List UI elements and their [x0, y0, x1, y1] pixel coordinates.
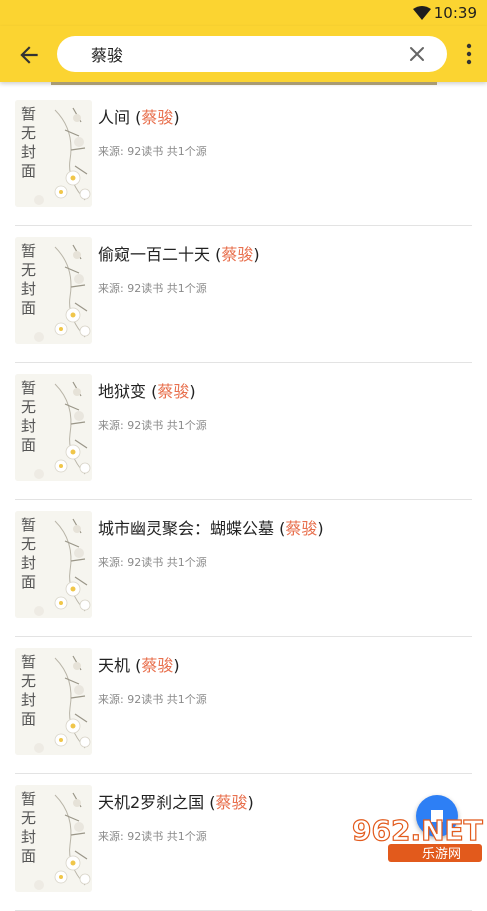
- source-count: 共1个源: [166, 145, 207, 158]
- clear-icon[interactable]: [409, 46, 425, 62]
- book-title-line: 城市幽灵聚会：蝴蝶公墓 (蔡骏): [98, 515, 324, 539]
- book-author: 蔡骏: [141, 108, 174, 127]
- book-title: 偷窥一百二十天: [98, 245, 211, 264]
- book-title-line: 地狱变 (蔡骏): [98, 378, 196, 402]
- book-author: 蔡骏: [157, 382, 190, 401]
- author-close-paren: ): [317, 519, 324, 538]
- cover-placeholder-text: 暂无封面: [19, 106, 37, 182]
- author-close-paren: ): [173, 656, 180, 675]
- result-item[interactable]: 暂无封面 偷窥一百二十天 (蔡骏) 来源: 92读书 共1个源: [15, 225, 472, 363]
- book-source: 来源: 92读书: [98, 419, 164, 432]
- book-meta: 来源: 92读书 共1个源: [98, 280, 207, 296]
- watermark-logo: 962.NET 乐游网: [351, 813, 483, 862]
- book-meta: 来源: 92读书 共1个源: [98, 417, 207, 433]
- book-source: 来源: 92读书: [98, 693, 164, 706]
- source-count: 共1个源: [166, 282, 207, 295]
- source-count: 共1个源: [166, 693, 207, 706]
- status-bar: 10:39: [0, 0, 487, 26]
- cover-placeholder-text: 暂无封面: [19, 517, 37, 593]
- result-item[interactable]: 暂无封面 天机 (蔡骏) 来源: 92读书 共1个源: [15, 636, 472, 774]
- author-open-paren: (: [130, 108, 142, 127]
- cover-placeholder-text: 暂无封面: [19, 243, 37, 319]
- book-title-line: 天机 (蔡骏): [98, 652, 180, 676]
- author-open-paren: (: [274, 519, 286, 538]
- book-title: 天机2罗刹之国: [98, 793, 205, 812]
- book-meta: 来源: 92读书 共1个源: [98, 554, 207, 570]
- cover-art: 暂无封面: [15, 511, 92, 618]
- book-meta: 来源: 92读书 共1个源: [98, 143, 207, 159]
- author-close-paren: ): [189, 382, 196, 401]
- book-author: 蔡骏: [285, 519, 318, 538]
- wifi-icon: [413, 6, 431, 20]
- cover-art: 暂无封面: [15, 785, 92, 892]
- cover-placeholder-text: 暂无封面: [19, 791, 37, 867]
- result-item[interactable]: 暂无封面 城市幽灵聚会：蝴蝶公墓 (蔡骏) 来源: 92读书 共1个源: [15, 499, 472, 637]
- source-count: 共1个源: [166, 830, 207, 843]
- author-close-paren: ): [173, 108, 180, 127]
- author-open-paren: (: [130, 656, 142, 675]
- result-item[interactable]: 暂无封面 人间 (蔡骏) 来源: 92读书 共1个源: [15, 88, 472, 226]
- book-source: 来源: 92读书: [98, 282, 164, 295]
- book-title: 人间: [98, 108, 131, 127]
- source-count: 共1个源: [166, 556, 207, 569]
- progress-indicator: [51, 82, 437, 85]
- book-cover: 暂无封面: [15, 100, 92, 207]
- book-title-line: 人间 (蔡骏): [98, 104, 180, 128]
- book-cover: 暂无封面: [15, 648, 92, 755]
- cover-art: 暂无封面: [15, 237, 92, 344]
- status-time: 10:39: [433, 4, 477, 22]
- book-title-line: 天机2罗刹之国 (蔡骏): [98, 789, 254, 813]
- author-close-paren: ): [253, 245, 260, 264]
- book-source: 来源: 92读书: [98, 145, 164, 158]
- author-open-paren: (: [210, 245, 222, 264]
- cover-art: 暂无封面: [15, 100, 92, 207]
- more-vert-icon[interactable]: [465, 43, 473, 65]
- book-cover: 暂无封面: [15, 511, 92, 618]
- book-cover: 暂无封面: [15, 785, 92, 892]
- book-source: 来源: 92读书: [98, 830, 164, 843]
- book-title-line: 偷窥一百二十天 (蔡骏): [98, 241, 260, 265]
- watermark-main-text: 962.NET: [352, 814, 483, 847]
- book-author: 蔡骏: [215, 793, 248, 812]
- cover-art: 暂无封面: [15, 374, 92, 481]
- cover-placeholder-text: 暂无封面: [19, 380, 37, 456]
- book-meta: 来源: 92读书 共1个源: [98, 691, 207, 707]
- cover-art: 暂无封面: [15, 648, 92, 755]
- author-open-paren: (: [146, 382, 158, 401]
- search-input[interactable]: [91, 36, 391, 72]
- book-meta: 来源: 92读书 共1个源: [98, 828, 207, 844]
- search-box: [57, 36, 447, 72]
- book-author: 蔡骏: [141, 656, 174, 675]
- book-author: 蔡骏: [221, 245, 254, 264]
- book-title: 天机: [98, 656, 131, 675]
- author-close-paren: ): [247, 793, 254, 812]
- source-count: 共1个源: [166, 419, 207, 432]
- watermark-sub-text: 乐游网: [422, 847, 461, 862]
- book-source: 来源: 92读书: [98, 556, 164, 569]
- back-arrow-icon[interactable]: [16, 42, 42, 68]
- book-cover: 暂无封面: [15, 237, 92, 344]
- book-title: 地狱变: [98, 382, 147, 401]
- book-cover: 暂无封面: [15, 374, 92, 481]
- cover-placeholder-text: 暂无封面: [19, 654, 37, 730]
- book-title: 城市幽灵聚会：蝴蝶公墓: [98, 519, 275, 538]
- result-item[interactable]: 暂无封面 地狱变 (蔡骏) 来源: 92读书 共1个源: [15, 362, 472, 500]
- toolbar: [0, 26, 487, 82]
- author-open-paren: (: [204, 793, 216, 812]
